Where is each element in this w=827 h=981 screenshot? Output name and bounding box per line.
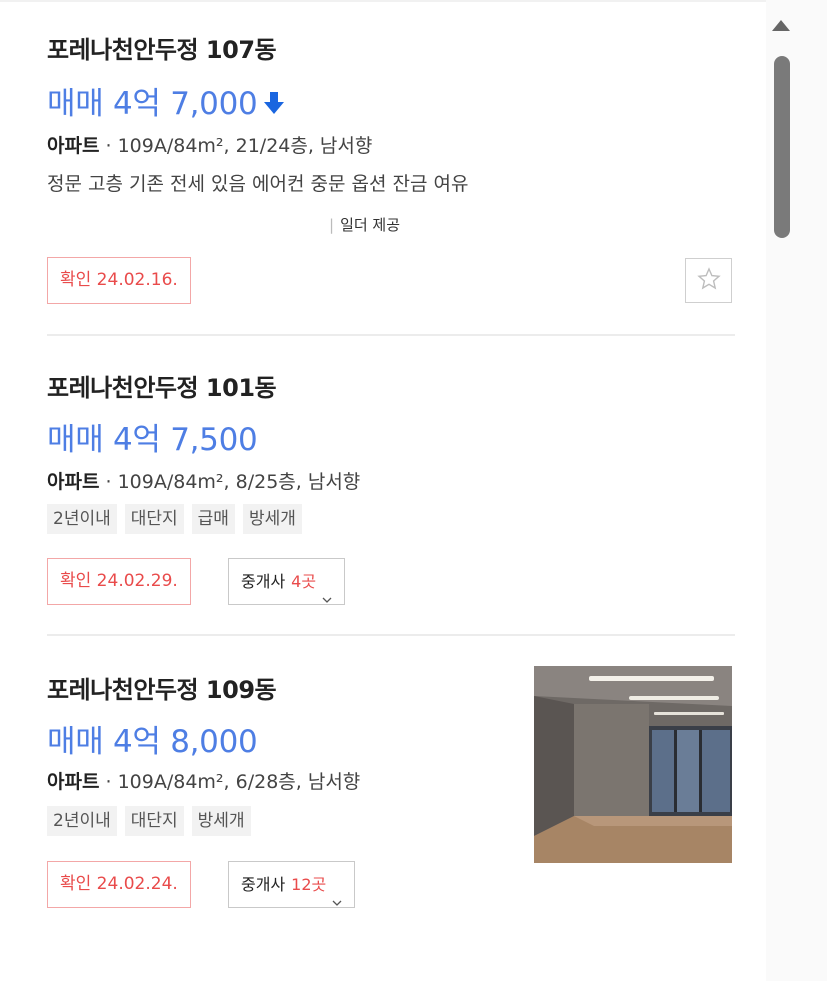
scrollbar-thumb[interactable] [774, 56, 790, 238]
tag-list: 2년이내 대단지 급매 방세개 [47, 504, 302, 534]
agent-label: 중개사 [241, 875, 286, 894]
agent-count-button[interactable]: 중개사 4곳 [228, 558, 346, 605]
property-type: 아파트 [47, 135, 100, 157]
favorite-button[interactable] [685, 258, 732, 303]
confirm-date-badge: 확인 24.02.24. [47, 861, 191, 908]
listing-spec: 아파트 · 109A/84m², 8/25층, 남서향 [47, 471, 361, 493]
spec-detail: 109A/84m², 21/24층, 남서향 [117, 135, 373, 157]
listing-price: 매매 4억 8,000 [47, 716, 258, 761]
listing-description: 정문 고층 기존 전세 있음 에어컨 중문 옵션 잔금 여유 [47, 173, 469, 195]
tag: 대단지 [124, 504, 184, 534]
listing-item[interactable]: 포레나천안두정 109동 매매 4억 8,000 아파트 · 109A/84m²… [47, 634, 735, 954]
price-text: 매매 4억 7,000 [47, 86, 258, 122]
provider-label: | 일더 제공 [329, 216, 401, 234]
price-text: 매매 4억 8,000 [47, 724, 258, 760]
price-text: 매매 4억 7,500 [47, 422, 258, 458]
listing-price: 매매 4억 7,500 [47, 414, 258, 459]
property-type: 아파트 [47, 471, 100, 493]
agent-label: 중개사 [241, 572, 286, 591]
listing-thumbnail[interactable] [534, 666, 732, 863]
listing-list: 포레나천안두정 107동 매매 4억 7,000 아파트 · 109A/84m²… [0, 0, 766, 981]
confirm-date-badge: 확인 24.02.29. [47, 558, 191, 605]
room-photo [534, 666, 732, 863]
listing-title[interactable]: 포레나천안두정 101동 [47, 368, 277, 403]
spec-detail: 109A/84m², 6/28층, 남서향 [117, 771, 361, 793]
down-arrow-icon [263, 88, 285, 114]
listing-title[interactable]: 포레나천안두정 107동 [47, 30, 277, 65]
agent-count: 4곳 [291, 572, 317, 591]
tag: 2년이내 [47, 806, 117, 836]
spec-detail: 109A/84m², 8/25층, 남서향 [117, 471, 361, 493]
listing-price: 매매 4억 7,000 [47, 78, 285, 123]
provider-text: 일더 제공 [340, 216, 401, 234]
listing-item[interactable]: 포레나천안두정 107동 매매 4억 7,000 아파트 · 109A/84m²… [47, 0, 735, 336]
tag: 2년이내 [47, 504, 117, 534]
listing-title[interactable]: 포레나천안두정 109동 [47, 670, 277, 705]
tag: 급매 [191, 504, 235, 534]
chevron-down-icon [322, 577, 332, 603]
tag: 방세개 [191, 806, 251, 836]
property-type: 아파트 [47, 771, 100, 793]
tag: 대단지 [124, 806, 184, 836]
tag-list: 2년이내 대단지 방세개 [47, 806, 251, 836]
confirm-date-badge: 확인 24.02.16. [47, 257, 191, 304]
tag: 방세개 [242, 504, 302, 534]
listing-item[interactable]: 포레나천안두정 101동 매매 4억 7,500 아파트 · 109A/84m²… [47, 334, 735, 636]
chevron-down-icon [332, 880, 342, 906]
listing-spec: 아파트 · 109A/84m², 6/28층, 남서향 [47, 771, 361, 793]
agent-count: 12곳 [291, 875, 327, 894]
star-icon [696, 266, 721, 295]
scroll-up-arrow-icon[interactable] [772, 20, 790, 31]
listing-spec: 아파트 · 109A/84m², 21/24층, 남서향 [47, 135, 373, 157]
agent-count-button[interactable]: 중개사 12곳 [228, 861, 356, 908]
